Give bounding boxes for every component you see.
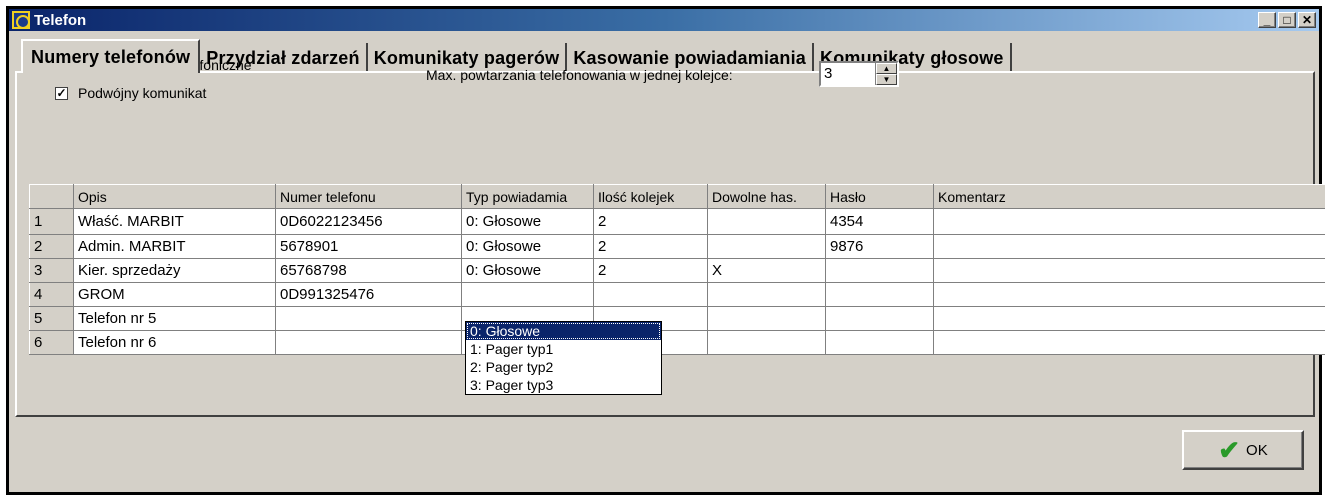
repeat-value[interactable]: 3 (821, 63, 875, 85)
grid-cell[interactable] (593, 282, 708, 307)
grid-cell[interactable] (707, 282, 826, 307)
grid-cell[interactable]: 2 (593, 208, 708, 235)
table-row[interactable]: 6 Telefon nr 6 (29, 330, 1325, 355)
grid-cell[interactable]: 0: Głosowe (461, 258, 594, 283)
double-checkbox-row[interactable]: ✓ Podwójny komunikat (55, 85, 206, 101)
maximize-button[interactable]: □ (1278, 12, 1296, 28)
grid-cell[interactable] (707, 306, 826, 331)
column-header[interactable]: Opis (73, 184, 276, 209)
ok-button[interactable]: ✔ OK (1182, 430, 1304, 470)
grid-cell[interactable]: 9876 (825, 234, 934, 259)
grid-cell[interactable] (707, 330, 826, 355)
column-header[interactable]: Hasło (825, 184, 934, 209)
grid-cell[interactable]: 0D991325476 (275, 282, 462, 307)
grid-cell[interactable]: 2 (593, 234, 708, 259)
notification-type-dropdown[interactable]: 0: Głosowe 1: Pager typ1 2: Pager typ2 3: P… (465, 321, 662, 395)
grid-cell[interactable]: Właść. MARBIT (73, 208, 276, 235)
grid-cell[interactable] (707, 234, 826, 259)
row-number: 2 (29, 234, 74, 259)
row-number: 6 (29, 330, 74, 355)
dropdown-option[interactable]: 3: Pager typ3 (466, 376, 661, 394)
telefon-window: Telefon _ □ ✕ Numery telefonów Przydział… (6, 6, 1325, 495)
tab-numery-telefonow[interactable]: Numery telefonów (21, 39, 201, 73)
title-bar[interactable]: Telefon _ □ ✕ (9, 9, 1319, 31)
dropdown-option[interactable]: 2: Pager typ2 (466, 358, 661, 376)
grid-cell[interactable] (275, 330, 462, 355)
grid-cell[interactable] (933, 306, 1325, 331)
grid-cell[interactable] (825, 306, 934, 331)
repeat-label: Max. powtarzania telefonowania w jednej … (426, 67, 733, 83)
minimize-button[interactable]: _ (1258, 12, 1276, 28)
table-row[interactable]: 5 Telefon nr 5 (29, 306, 1325, 331)
column-header[interactable]: Dowolne has. (707, 184, 826, 209)
grid-cell[interactable]: X (707, 258, 826, 283)
grid-cell[interactable]: Admin. MARBIT (73, 234, 276, 259)
grid-cell[interactable] (933, 282, 1325, 307)
grid-cell[interactable] (825, 258, 934, 283)
column-header[interactable]: Numer telefonu (275, 184, 462, 209)
table-row[interactable]: 3 Kier. sprzedaży 65768798 0: Głosowe 2 X (29, 258, 1325, 283)
spin-buttons: ▲ ▼ (875, 63, 897, 85)
grid-cell[interactable]: Telefon nr 5 (73, 306, 276, 331)
grid-cell[interactable] (825, 330, 934, 355)
table-row[interactable]: 1 Właść. MARBIT 0D6022123456 0: Głosowe 2 435… (29, 208, 1325, 235)
app-icon (12, 11, 30, 29)
grid-cell[interactable] (825, 282, 934, 307)
row-number: 1 (29, 208, 74, 235)
double-message-checkbox[interactable]: ✓ (55, 86, 68, 100)
dropdown-option[interactable]: 0: Głosowe (466, 322, 661, 340)
row-number: 4 (29, 282, 74, 307)
grid-cell[interactable] (933, 234, 1325, 259)
phone-numbers-grid: Opis Numer telefonu Typ powiadamia Ilość ko… (29, 184, 1325, 355)
grid-cell[interactable] (707, 208, 826, 235)
grid-cell[interactable]: 2 (593, 258, 708, 283)
table-row[interactable]: 2 Admin. MARBIT 5678901 0: Głosowe 2 9876 (29, 234, 1325, 259)
grid-cell[interactable] (461, 282, 594, 307)
grid-cell[interactable] (933, 330, 1325, 355)
column-header[interactable]: Komentarz (933, 184, 1325, 209)
grid-cell[interactable]: Kier. sprzedaży (73, 258, 276, 283)
row-number: 3 (29, 258, 74, 283)
dropdown-option[interactable]: 1: Pager typ1 (466, 340, 661, 358)
grid-header-row: Opis Numer telefonu Typ powiadamia Ilość ko… (29, 184, 1325, 209)
column-header[interactable]: Ilość kolejek (593, 184, 708, 209)
grid-body: 1 Właść. MARBIT 0D6022123456 0: Głosowe 2 435… (29, 208, 1325, 355)
grid-cell[interactable] (275, 306, 462, 331)
table-row[interactable]: 4 GROM 0D991325476 (29, 282, 1325, 307)
ok-label: OK (1246, 441, 1268, 459)
arrow-down-icon[interactable]: ▼ (876, 74, 897, 85)
column-header[interactable]: Typ powiadamia (461, 184, 594, 209)
row-number: 5 (29, 306, 74, 331)
grid-cell[interactable]: GROM (73, 282, 276, 307)
repeat-spinner[interactable]: 3 ▲ ▼ (819, 61, 899, 87)
close-button[interactable]: ✕ (1298, 12, 1316, 28)
grid-cell[interactable]: 4354 (825, 208, 934, 235)
arrow-up-icon[interactable]: ▲ (876, 63, 897, 74)
grid-corner-cell (29, 184, 74, 209)
grid-cell[interactable]: 0: Głosowe (461, 234, 594, 259)
grid-cell[interactable] (933, 258, 1325, 283)
checkmark-icon: ✔ (1218, 435, 1241, 465)
grid-cell[interactable] (933, 208, 1325, 235)
grid-cell[interactable]: 5678901 (275, 234, 462, 259)
grid-cell[interactable]: Telefon nr 6 (73, 330, 276, 355)
grid-cell[interactable]: 0: Głosowe (461, 208, 594, 235)
grid-cell[interactable]: 65768798 (275, 258, 462, 283)
window-title: Telefon (34, 11, 87, 29)
double-message-label: Podwójny komunikat (78, 85, 207, 101)
grid-cell[interactable]: 0D6022123456 (275, 208, 462, 235)
